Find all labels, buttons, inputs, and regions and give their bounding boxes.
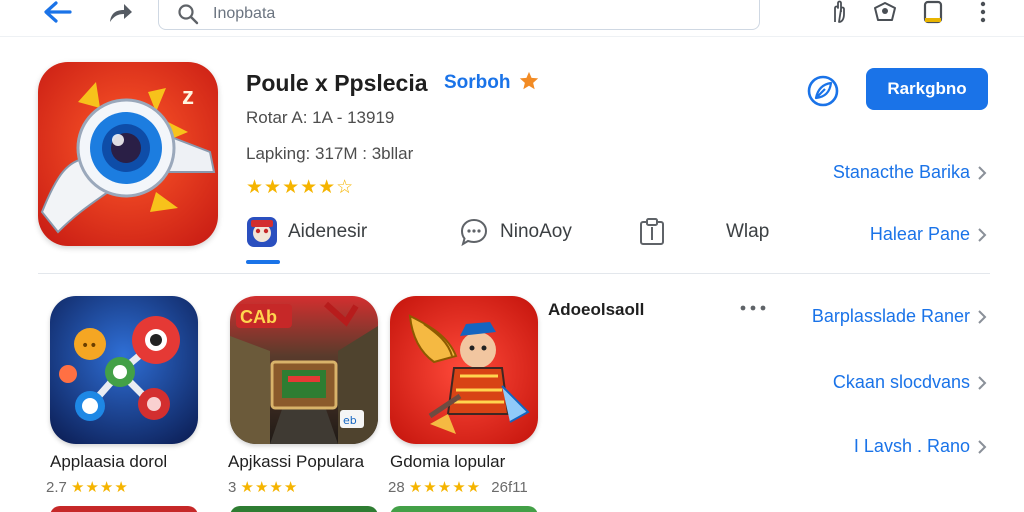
tab-label: NinoAoy bbox=[500, 221, 572, 242]
install-button[interactable]: Rarkgbno bbox=[866, 68, 988, 110]
side-link-4[interactable]: Ckaan slocdvans bbox=[833, 372, 988, 393]
next-row-app-icon bbox=[230, 506, 378, 512]
active-tab-indicator bbox=[246, 260, 280, 264]
search-bar[interactable] bbox=[158, 0, 760, 30]
app-card-icon-1[interactable]: •• bbox=[50, 296, 198, 444]
app-title: Poule x Ppslecia bbox=[246, 70, 428, 96]
search-input[interactable] bbox=[213, 3, 713, 25]
app-avatar-icon bbox=[247, 217, 277, 247]
app-icon: z bbox=[38, 62, 218, 246]
top-toolbar bbox=[0, 0, 1024, 36]
app-meta-version: Rotar A: 1A - 13919 bbox=[246, 108, 395, 127]
app-card-rating: 3 ★★★★ bbox=[228, 478, 298, 496]
side-link-label: I Lavsh . Rano bbox=[853, 436, 970, 456]
side-link-2[interactable]: Halear Pane bbox=[870, 224, 988, 245]
chat-bubble-icon bbox=[460, 218, 488, 247]
toolbar-divider bbox=[0, 36, 1024, 37]
svg-text:z: z bbox=[182, 83, 194, 110]
app-card-name[interactable]: Gdomia lopular bbox=[390, 452, 505, 472]
app-card-rating: 2.7 ★★★★ bbox=[46, 478, 129, 496]
rating-value: 3 bbox=[228, 479, 237, 496]
search-icon bbox=[178, 4, 199, 25]
side-link-1[interactable]: Stanacthe Barika bbox=[833, 162, 988, 183]
app-card-rating: 28 ★★★★★ 26f11 bbox=[388, 478, 528, 496]
app-rating-stars: ★★★★★☆ bbox=[246, 177, 355, 198]
app-card-name[interactable]: Apjkassi Populara bbox=[228, 452, 364, 472]
more-vertical-icon[interactable] bbox=[970, 0, 996, 26]
chevron-right-icon bbox=[978, 165, 987, 180]
tab-aidenesir[interactable]: Aidenesir bbox=[246, 214, 367, 250]
tab-clipboard[interactable] bbox=[636, 214, 668, 250]
bookmark-icon[interactable] bbox=[920, 0, 946, 26]
chevron-right-icon bbox=[978, 439, 987, 454]
hand-icon[interactable] bbox=[826, 0, 852, 26]
rating-stars: ★★★★★ bbox=[408, 479, 482, 496]
tab-label: Wlap bbox=[726, 221, 770, 242]
side-link-3[interactable]: Barplasslade Raner bbox=[812, 306, 988, 327]
section-title: Adoeolsaoll bbox=[548, 300, 645, 319]
star-icon bbox=[519, 71, 539, 90]
side-link-5[interactable]: I Lavsh . Rano bbox=[854, 436, 988, 457]
chevron-right-icon bbox=[978, 309, 987, 324]
chevron-right-icon bbox=[978, 227, 987, 242]
badge-icon[interactable] bbox=[872, 0, 898, 26]
more-horizontal-icon[interactable] bbox=[738, 300, 768, 316]
rating-stars: ★★★★ bbox=[71, 479, 129, 496]
side-link-label: Halear Pane bbox=[869, 224, 970, 244]
share-icon[interactable] bbox=[104, 0, 134, 26]
clipboard-icon bbox=[640, 218, 664, 245]
back-arrow-icon[interactable] bbox=[40, 0, 74, 26]
rating-value: 2.7 bbox=[46, 479, 67, 496]
side-link-label: Barplasslade Raner bbox=[811, 306, 970, 326]
svg-text:CAb: CAb bbox=[240, 307, 277, 327]
next-row-app-icon bbox=[50, 506, 198, 512]
svg-text:eb: eb bbox=[343, 414, 357, 427]
side-link-label: Stanacthe Barika bbox=[832, 162, 970, 182]
rating-extra: 26f11 bbox=[491, 479, 528, 496]
chevron-right-icon bbox=[978, 375, 987, 390]
section-divider bbox=[38, 273, 990, 274]
side-link-label: Ckaan slocdvans bbox=[832, 372, 970, 392]
rating-value: 28 bbox=[388, 479, 405, 496]
rating-stars: ★★★★ bbox=[240, 479, 299, 496]
app-card-icon-3[interactable] bbox=[390, 296, 538, 444]
app-meta-ranking: Lapking: 317M : 3bllar bbox=[246, 144, 414, 163]
app-card-icon-2[interactable]: CAb eb bbox=[230, 296, 378, 444]
tab-wlap[interactable]: Wlap bbox=[726, 214, 769, 250]
tab-ninoaoy[interactable]: NinoAoy bbox=[458, 214, 572, 250]
tab-label: Aidenesir bbox=[288, 221, 368, 242]
app-card-name[interactable]: Applaasia dorol bbox=[50, 452, 167, 472]
developer-link[interactable]: Sorboh bbox=[444, 72, 511, 94]
leaf-icon[interactable] bbox=[806, 74, 840, 108]
next-row-app-icon bbox=[390, 506, 538, 512]
svg-text:••: •• bbox=[81, 338, 98, 354]
